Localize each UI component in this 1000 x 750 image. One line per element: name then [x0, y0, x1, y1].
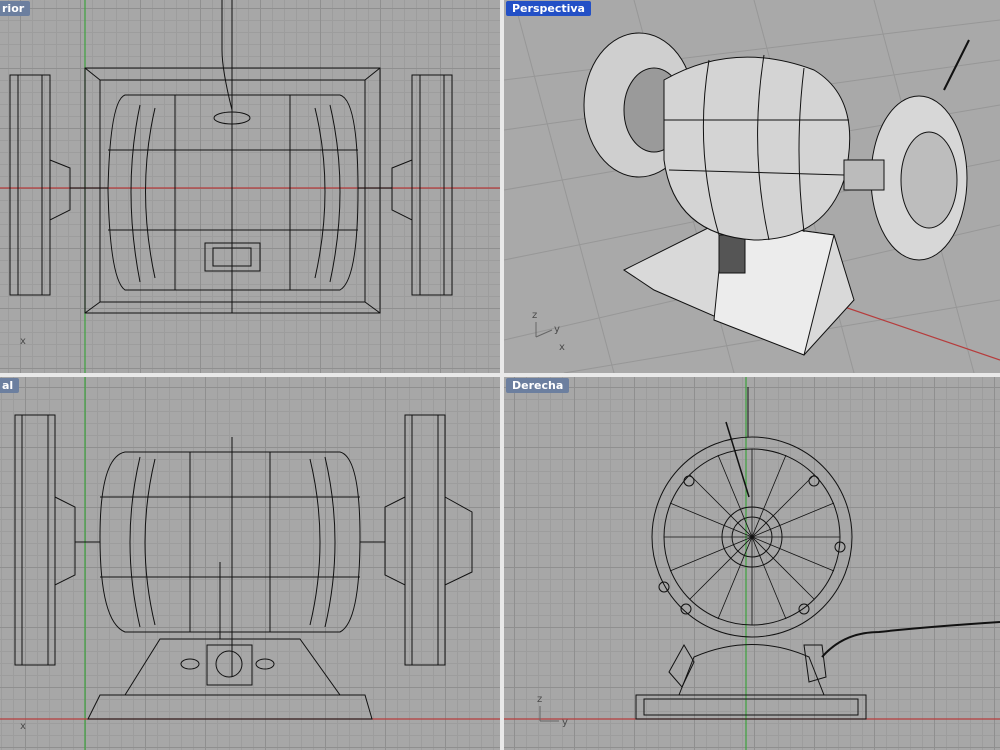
viewport-right[interactable]: Derecha z y [504, 377, 1000, 750]
viewport-title-right[interactable]: Derecha [506, 378, 570, 393]
bench-grinder-perspective-wireframe: z y x [504, 0, 1000, 373]
axis-x-label-top: x [20, 336, 26, 347]
axis-z-label-persp: z [532, 310, 537, 321]
viewport-title-perspective[interactable]: Perspectiva [506, 1, 591, 16]
axis-y-label-right: y [562, 717, 568, 728]
bench-grinder-top-wireframe: x [0, 0, 500, 373]
viewport-title-front[interactable]: al [0, 378, 20, 393]
bench-grinder-front-wireframe: x [0, 377, 500, 750]
axis-y-label-persp: y [554, 324, 560, 335]
viewport-title-top[interactable]: rior [0, 1, 31, 16]
viewport-splitter-horizontal[interactable] [0, 373, 1000, 377]
axis-x-label-front: x [20, 721, 26, 732]
bench-grinder-right-wireframe: z y [504, 377, 1000, 750]
rhino-workspace: rior x Perspectiva z y x al x Derecha z … [0, 0, 1000, 750]
axis-z-label-right: z [537, 694, 542, 705]
viewport-front[interactable]: al x [0, 377, 500, 750]
viewport-perspective[interactable]: Perspectiva z y x [504, 0, 1000, 373]
viewport-top[interactable]: rior x [0, 0, 500, 373]
axis-x-label-persp: x [559, 342, 565, 353]
